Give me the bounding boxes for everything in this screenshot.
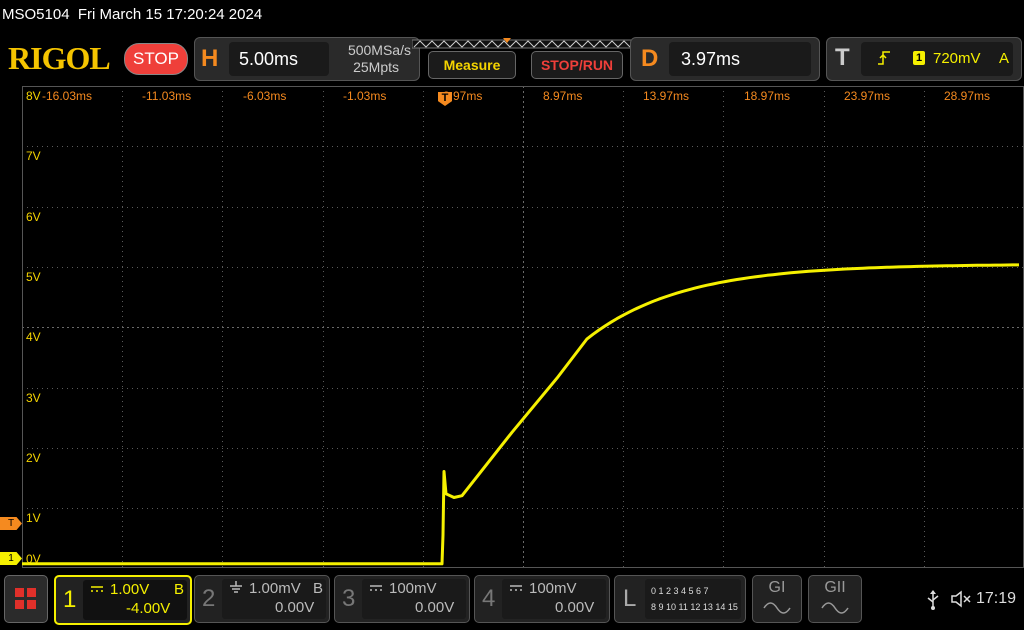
channel-4-panel[interactable]: 4 100mV 0.00V bbox=[474, 575, 610, 623]
bottom-bar: 1 1.00V B -4.00V 2 1.00mV B 0.00V 3 100m… bbox=[0, 570, 1024, 630]
volt-tick-label: 7V bbox=[26, 149, 41, 163]
volt-tick-label: 1V bbox=[26, 511, 41, 525]
channel-1-scale: 1.00V bbox=[110, 581, 150, 598]
top-bar: RIGOL STOP H 5.00ms 500MSa/s 25Mpts Meas… bbox=[0, 34, 1024, 84]
volt-tick-label: 5V bbox=[26, 270, 41, 284]
trigger-source-badge: 1 bbox=[913, 51, 925, 65]
delay-value: 3.97ms bbox=[681, 49, 741, 69]
channel-2-scale: 1.00mV bbox=[249, 580, 301, 597]
horizontal-letter: H bbox=[201, 45, 219, 72]
menu-button[interactable] bbox=[4, 575, 48, 623]
logic-channels-row-1: 0 1 2 3 4 5 6 7 bbox=[651, 586, 709, 596]
time-tick-label: 23.97ms bbox=[844, 89, 891, 103]
stop-run-button[interactable]: STOP/RUN bbox=[531, 51, 623, 79]
dc-coupling-icon bbox=[510, 585, 522, 591]
time-tick-label: 13.97ms bbox=[643, 89, 690, 103]
speaker-muted-icon[interactable] bbox=[950, 590, 972, 608]
sine-wave-icon bbox=[763, 602, 791, 614]
timebase-value: 5.00ms bbox=[239, 49, 299, 69]
memory-depth: 25Mpts bbox=[353, 59, 399, 75]
channel-4-offset: 0.00V bbox=[555, 599, 595, 616]
volt-tick-label: 8V bbox=[26, 89, 41, 103]
channel-3-number: 3 bbox=[342, 585, 356, 612]
channel-3-panel[interactable]: 3 100mV 0.00V bbox=[334, 575, 470, 623]
channel-1-bandwidth-flag: B bbox=[174, 581, 185, 598]
channel-4-number: 4 bbox=[482, 585, 496, 612]
channel-2-panel[interactable]: 2 1.00mV B 0.00V bbox=[194, 575, 330, 623]
sample-rate: 500MSa/s bbox=[347, 42, 411, 58]
dc-coupling-icon bbox=[370, 585, 382, 591]
waveform-screen[interactable] bbox=[22, 86, 1024, 569]
trigger-letter: T bbox=[835, 44, 850, 71]
volt-tick-label: 2V bbox=[26, 451, 41, 465]
generator-2-button[interactable]: GII bbox=[808, 575, 862, 623]
volt-tick-label: 4V bbox=[26, 330, 41, 344]
ground-coupling-icon bbox=[230, 581, 242, 593]
volt-tick-label: 6V bbox=[26, 210, 41, 224]
channel-3-scale: 100mV bbox=[389, 580, 437, 597]
delay-letter: D bbox=[641, 45, 659, 72]
channel-3-offset: 0.00V bbox=[415, 599, 455, 616]
delay-panel[interactable]: D 3.97ms bbox=[630, 37, 820, 81]
time-tick-label: -11.03ms bbox=[142, 89, 192, 103]
grid-menu-icon bbox=[15, 588, 36, 609]
generator-1-button[interactable]: GI bbox=[752, 575, 802, 623]
memory-overview bbox=[411, 37, 635, 49]
volt-axis-labels: 8V 7V 6V 5V 4V 3V 2V 1V 0V bbox=[0, 86, 60, 568]
channel-2-offset: 0.00V bbox=[275, 599, 315, 616]
trigger-mode: A bbox=[999, 50, 1010, 67]
status-line: MSO5104 Fri March 15 17:20:24 2024 bbox=[2, 6, 262, 23]
channel-2-number: 2 bbox=[202, 585, 216, 612]
run-state-badge[interactable]: STOP bbox=[124, 43, 188, 75]
trigger-level: 720mV bbox=[933, 50, 981, 67]
channel-1-trace bbox=[22, 263, 1019, 566]
model-name: MSO5104 bbox=[2, 6, 70, 23]
time-tick-label: -1.03ms bbox=[343, 89, 387, 103]
logic-letter: L bbox=[623, 585, 637, 612]
channel-4-scale: 100mV bbox=[529, 580, 577, 597]
datetime: Fri March 15 17:20:24 2024 bbox=[77, 6, 263, 23]
generator-1-label: GI bbox=[768, 579, 786, 596]
time-tick-label: 8.97ms bbox=[543, 89, 583, 103]
horizontal-panel[interactable]: H 5.00ms 500MSa/s 25Mpts bbox=[194, 37, 420, 81]
measure-button[interactable]: Measure bbox=[428, 51, 516, 79]
generator-2-label: GII bbox=[824, 579, 846, 596]
sine-wave-icon bbox=[821, 602, 849, 614]
dc-coupling-icon bbox=[91, 586, 103, 592]
trigger-panel[interactable]: T 1 720mV A bbox=[826, 37, 1022, 81]
time-tick-label: 18.97ms bbox=[744, 89, 791, 103]
logic-panel[interactable]: L 0 1 2 3 4 5 6 7 8 9 10 11 12 13 14 15 bbox=[614, 575, 746, 623]
channel-1-panel[interactable]: 1 1.00V B -4.00V bbox=[54, 575, 192, 625]
channel-1-offset: -4.00V bbox=[126, 600, 171, 617]
waveform-overview-icon bbox=[411, 38, 635, 49]
brand-logo: RIGOL bbox=[8, 40, 111, 76]
volt-tick-label: 3V bbox=[26, 391, 41, 405]
graticule bbox=[22, 86, 1024, 569]
time-tick-label: 28.97ms bbox=[944, 89, 991, 103]
system-clock: 17:19 bbox=[976, 590, 1017, 607]
time-tick-label: -6.03ms bbox=[243, 89, 287, 103]
channel-2-bandwidth-flag: B bbox=[313, 580, 324, 597]
usb-icon bbox=[927, 590, 939, 610]
channel-1-number: 1 bbox=[63, 586, 77, 613]
time-axis-labels: -16.03ms -11.03ms -6.03ms -1.03ms 3.97ms 8.97… bbox=[0, 89, 1024, 105]
rising-edge-icon bbox=[878, 51, 890, 65]
logic-channels-row-2: 8 9 10 11 12 13 14 15 bbox=[651, 602, 738, 612]
volt-tick-label: 0V bbox=[26, 552, 41, 566]
